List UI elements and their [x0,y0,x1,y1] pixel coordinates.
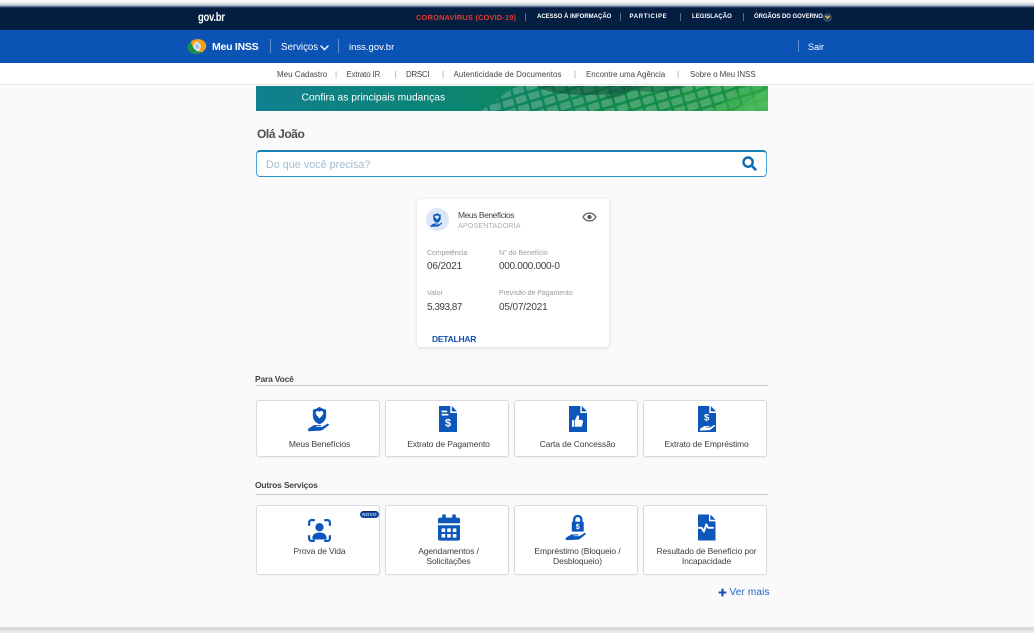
svg-text:Confira as principais mudanças: Confira as principais mudanças [302,93,446,104]
svg-text:$: $ [575,522,579,531]
svg-text:$: $ [704,413,710,424]
svg-text:$: $ [445,418,451,430]
